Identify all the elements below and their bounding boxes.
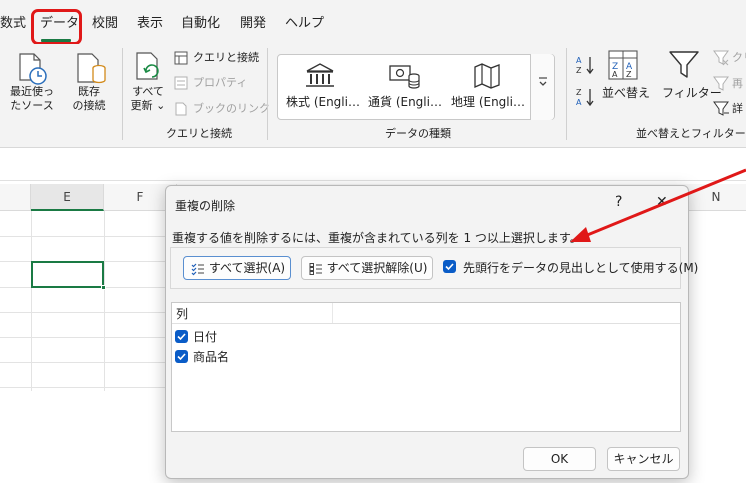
- column-label-product[interactable]: 商品名: [193, 348, 229, 365]
- clear-button[interactable]: クリ: [732, 51, 746, 65]
- queries-connections-button[interactable]: クエリと接続: [193, 51, 259, 65]
- row-gridline: [0, 337, 165, 338]
- annotation-arrow-head: [570, 227, 591, 242]
- group-label-data-types: データの種類: [385, 127, 451, 140]
- fill-handle[interactable]: [101, 285, 106, 290]
- sort-button[interactable]: 並べ替え: [602, 86, 650, 100]
- tab-help[interactable]: ヘルプ: [285, 14, 324, 34]
- svg-text:Z: Z: [626, 70, 632, 79]
- columns-list-header: 列: [176, 307, 189, 321]
- unselect-all-button[interactable]: すべて選択解除(U): [301, 256, 433, 280]
- refresh-all-label-2: 更新 ⌄: [130, 99, 166, 112]
- tab-formulas[interactable]: 数式: [0, 14, 26, 34]
- existing-connections-label-2: の接続: [72, 99, 106, 112]
- column-gridline: [31, 211, 32, 391]
- chevron-down-icon: ⌄: [156, 99, 166, 112]
- row-gridline: [0, 236, 165, 237]
- dialog-instruction: 重複する値を削除するには、重複が含まれている列を 1 つ以上選択します。: [172, 231, 582, 245]
- reapply-button[interactable]: 再: [732, 77, 743, 91]
- column-header-blank: [0, 184, 31, 211]
- gallery-expand-icon: [537, 76, 549, 88]
- sort-dialog-icon: Z A A Z: [608, 50, 638, 80]
- list-header-divider: [332, 303, 333, 323]
- column-checkbox-date[interactable]: [175, 330, 188, 343]
- edit-links-button[interactable]: ブックのリンク: [193, 102, 270, 116]
- queries-connections-icon: [174, 51, 188, 65]
- sort-descending-icon[interactable]: Z A: [575, 86, 597, 108]
- stocks-icon: [304, 62, 336, 90]
- tab-developer[interactable]: 開発: [240, 14, 266, 34]
- refresh-all-label-1: すべて: [132, 85, 164, 98]
- advanced-filter-icon: [713, 101, 729, 117]
- ribbon-separator: [122, 48, 123, 140]
- geography-data-type-button[interactable]: 地理 (Engli…: [451, 93, 525, 110]
- properties-icon: [174, 76, 188, 90]
- properties-button[interactable]: プロパティ: [193, 76, 247, 90]
- recent-sources-label-2: たソース: [10, 99, 54, 112]
- recent-sources-button[interactable]: 最近使っ たソース: [4, 85, 60, 113]
- unselect-all-icon: [309, 261, 323, 275]
- clear-filter-icon: [713, 50, 729, 66]
- active-cell[interactable]: [31, 261, 104, 288]
- recent-sources-icon: [12, 52, 52, 88]
- refresh-all-icon: [132, 50, 166, 84]
- header-row-label[interactable]: 先頭行をデータの見出しとして使用する(M): [463, 259, 698, 276]
- svg-text:Z: Z: [576, 66, 582, 75]
- ok-button[interactable]: OK: [523, 447, 596, 471]
- select-all-icon: [191, 261, 205, 276]
- reapply-icon: [713, 76, 729, 92]
- tab-review[interactable]: 校閲: [92, 14, 118, 34]
- svg-text:Z: Z: [576, 88, 582, 97]
- ribbon-separator: [267, 48, 268, 140]
- row-gridline: [0, 387, 165, 388]
- svg-text:A: A: [612, 70, 618, 79]
- sort-ascending-icon[interactable]: A Z: [575, 54, 597, 76]
- svg-text:A: A: [576, 98, 582, 107]
- dialog-title: 重複の削除: [175, 199, 236, 213]
- svg-text:A: A: [576, 56, 582, 65]
- data-types-more-button[interactable]: [530, 54, 554, 120]
- columns-list: [171, 302, 681, 432]
- filter-funnel-icon: [668, 50, 700, 80]
- tab-view[interactable]: 表示: [137, 14, 163, 34]
- group-label-sort-filter: 並べ替えとフィルター: [636, 127, 746, 140]
- existing-connections-icon: [74, 52, 110, 88]
- recent-sources-label-1: 最近使っ: [10, 85, 54, 98]
- group-label-queries: クエリと接続: [166, 127, 232, 140]
- list-header-divider: [172, 323, 680, 324]
- advanced-button[interactable]: 詳: [732, 102, 743, 116]
- row-gridline: [0, 312, 165, 313]
- column-gridline: [104, 211, 105, 391]
- ribbon-separator: [566, 48, 567, 140]
- annotation-highlight-box: [31, 9, 82, 45]
- currency-data-type-button[interactable]: 通貨 (Engli…: [368, 93, 442, 110]
- column-checkbox-product[interactable]: [175, 350, 188, 363]
- refresh-all-button[interactable]: すべて 更新 ⌄: [126, 85, 170, 113]
- column-label-date[interactable]: 日付: [193, 328, 217, 345]
- existing-connections-label-1: 既存: [78, 85, 100, 98]
- geography-map-icon: [472, 62, 502, 90]
- column-header-e[interactable]: E: [31, 184, 104, 211]
- currency-icon: [388, 62, 422, 90]
- annotation-arrow: [570, 168, 746, 242]
- cancel-button[interactable]: キャンセル: [607, 447, 680, 471]
- unselect-all-label: すべて選択解除(U): [326, 261, 428, 275]
- edit-links-icon: [174, 102, 188, 116]
- stocks-data-type-button[interactable]: 株式 (Engli…: [286, 93, 360, 110]
- header-row-checkbox[interactable]: [443, 260, 456, 273]
- select-all-button[interactable]: すべて選択(A): [183, 256, 291, 280]
- select-all-label: すべて選択(A): [208, 261, 286, 275]
- annotation-arrow-shaft: [579, 168, 746, 240]
- existing-connections-button[interactable]: 既存 の接続: [66, 85, 112, 113]
- tab-automate[interactable]: 自動化: [181, 14, 220, 34]
- row-gridline: [0, 362, 165, 363]
